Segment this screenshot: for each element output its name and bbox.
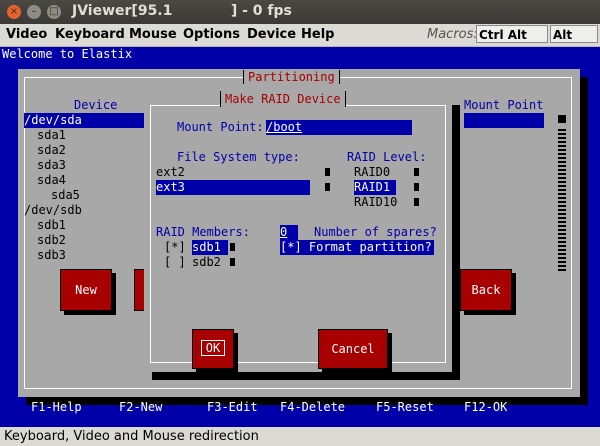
macros-label: Macros: — [427, 27, 478, 42]
minimize-window-button[interactable]: – — [27, 5, 41, 19]
close-window-button[interactable]: × — [7, 5, 21, 19]
partitioning-title: Partitioning — [243, 70, 340, 84]
maximize-icon: □ — [49, 6, 59, 17]
spares-label: Number of spares? — [314, 225, 437, 239]
minimize-icon: – — [31, 6, 37, 17]
fs-type-label: File System type: — [177, 150, 300, 164]
member-checkbox[interactable]: [*] — [164, 240, 186, 254]
hint-delete: F4-Delete — [280, 400, 346, 414]
ok-button[interactable]: OK — [192, 329, 234, 369]
menu-mouse[interactable]: Mouse — [129, 27, 177, 42]
device-row[interactable]: sdb2 — [37, 233, 66, 247]
raid-dialog-title: Make RAID Device — [220, 91, 346, 107]
device-row-selected[interactable]: /dev/sda — [24, 113, 144, 128]
raid-level-option[interactable]: RAID0 — [354, 165, 390, 179]
raid-level-label: RAID Level: — [347, 150, 427, 164]
members-scroll-marker — [230, 258, 235, 266]
menu-device[interactable]: Device — [247, 27, 296, 42]
mount-row-selected — [464, 113, 544, 128]
new-button[interactable]: New — [60, 269, 112, 311]
welcome-text: Welcome to Elastix — [2, 47, 133, 61]
fs-scroll-marker — [325, 183, 330, 191]
maximize-window-button[interactable]: □ — [47, 5, 61, 19]
mount-point-label: Mount Point: — [177, 120, 264, 134]
device-row[interactable]: /dev/sdb — [24, 203, 82, 217]
ctrl-alt-del-button[interactable]: Ctrl Alt Del — [476, 25, 548, 60]
raid-scroll-marker — [414, 168, 419, 176]
window-title: JViewer[95.1 ] - 0 fps — [72, 3, 292, 19]
menu-keyboard[interactable]: Keyboard — [55, 27, 125, 42]
raid-scroll-marker — [414, 198, 419, 206]
mount-point-column-header: Mount Point — [464, 98, 544, 112]
member-name[interactable]: sdb2 — [192, 255, 221, 269]
member-checkbox[interactable]: [ ] — [164, 255, 186, 269]
window-titlebar: × – □ JViewer[95.1 ] - 0 fps — [0, 0, 600, 24]
device-row[interactable]: sda3 — [37, 158, 66, 172]
back-button-label: Back — [471, 283, 501, 297]
close-icon: × — [9, 6, 19, 17]
back-button[interactable]: Back — [460, 269, 512, 311]
fs-option-selected[interactable]: ext3 — [156, 180, 310, 195]
fs-scroll-marker — [325, 168, 330, 176]
member-name-selected[interactable]: sdb1 — [192, 240, 228, 255]
remote-console[interactable]: Welcome to Elastix Partitioning Device M… — [0, 47, 600, 427]
device-row[interactable]: sda1 — [37, 128, 66, 142]
device-column-header: Device — [74, 98, 118, 112]
spares-input[interactable]: 0 — [280, 225, 298, 240]
hint-reset: F5-Reset — [376, 400, 434, 414]
menu-video[interactable]: Video — [6, 27, 47, 42]
raid-level-option-selected[interactable]: RAID1 — [354, 180, 396, 195]
raid-level-option[interactable]: RAID10 — [354, 195, 397, 209]
fs-option[interactable]: ext2 — [156, 165, 185, 179]
raid-members-label: RAID Members: — [156, 225, 250, 239]
raid-dialog: Make RAID Device Mount Point: /boot File… — [144, 91, 452, 373]
hint-help: F1-Help — [31, 400, 82, 414]
hint-edit: F3-Edit — [207, 400, 258, 414]
mount-point-input[interactable]: /boot — [266, 120, 412, 135]
ok-button-label: OK — [200, 340, 226, 356]
device-row[interactable]: sdb1 — [37, 218, 66, 232]
cancel-button-label: Cancel — [331, 342, 375, 356]
hint-ok: F12-OK — [464, 400, 508, 414]
scrollbar-thumb[interactable] — [558, 115, 566, 123]
menubar: Video Keyboard Mouse Options Device Help… — [0, 24, 600, 60]
format-partition-checkbox[interactable]: [*] Format partition? — [280, 240, 434, 255]
device-row[interactable]: sda5 — [51, 188, 80, 202]
raid-scroll-marker — [414, 183, 419, 191]
statusbar: Keyboard, Video and Mouse redirection — [0, 427, 600, 446]
menu-help[interactable]: Help — [301, 27, 334, 42]
new-button-label: New — [75, 283, 97, 297]
alt-tab-button[interactable]: Alt Tab — [550, 25, 598, 60]
hint-new: F2-New — [119, 400, 163, 414]
device-row[interactable]: sda2 — [37, 143, 66, 157]
scrollbar-track[interactable] — [558, 129, 566, 271]
menu-options[interactable]: Options — [183, 27, 240, 42]
device-row[interactable]: sda4 — [37, 173, 66, 187]
cancel-button[interactable]: Cancel — [318, 329, 388, 369]
device-row[interactable]: sdb3 — [37, 248, 66, 262]
members-scroll-marker — [230, 243, 235, 251]
